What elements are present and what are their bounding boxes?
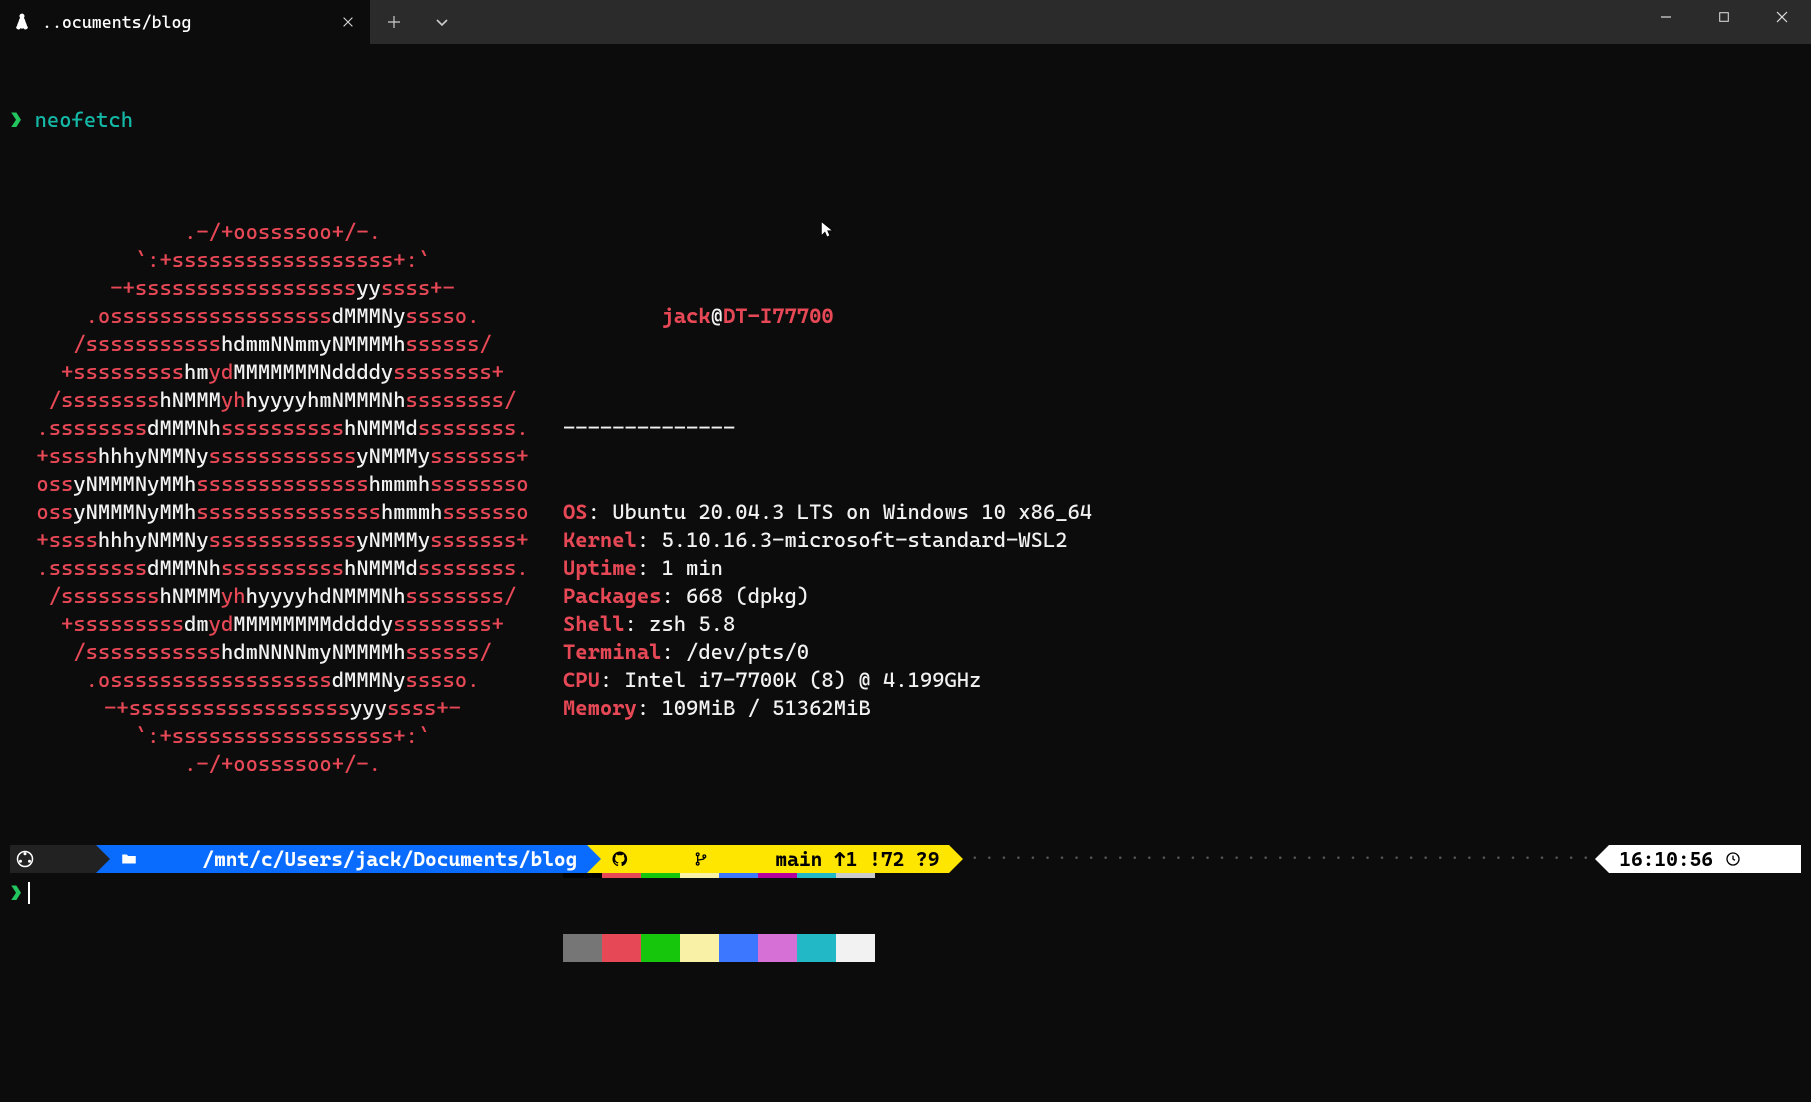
- info-key: Kernel: [563, 528, 637, 552]
- neofetch-output: .-/+oossssoo+/-.`:+ssssssssssssssssss+:`…: [10, 218, 1801, 1074]
- info-value: zsh 5.8: [649, 612, 735, 636]
- color-swatch: [797, 934, 836, 962]
- ascii-line: /ssssssssssshdmmNNmmyNMMMMhssssss/: [10, 330, 555, 358]
- ascii-line: .ossssssssssssssssssdMMMNysssso.: [10, 666, 555, 694]
- ascii-line: -+ssssssssssssssssssyyyssss+-: [10, 694, 555, 722]
- titlebar-spacer: [466, 0, 1637, 44]
- color-swatch: [602, 934, 641, 962]
- separator-line: --------------: [563, 414, 1092, 442]
- tab-close-button[interactable]: [334, 8, 362, 36]
- ascii-line: /ssssssssssshdmNNNNmyNMMMMhssssss/: [10, 638, 555, 666]
- info-key: OS: [563, 500, 588, 524]
- color-swatch: [641, 934, 680, 962]
- info-value: 5.10.16.3-microsoft-standard-WSL2: [661, 528, 1067, 552]
- git-branch: main: [775, 845, 822, 873]
- info-key: Terminal: [563, 640, 661, 664]
- tab-active[interactable]: ..ocuments/blog: [0, 0, 370, 44]
- os-segment: [10, 845, 96, 873]
- hostname: DT-I77700: [723, 304, 834, 328]
- branch-icon: [693, 795, 763, 923]
- new-tab-button[interactable]: [370, 0, 418, 44]
- git-untracked: ?9: [916, 845, 939, 873]
- info-key: CPU: [563, 668, 600, 692]
- ascii-line: /sssssssshNMMMyhhyyyyhmNMMMNhssssssss/: [10, 386, 555, 414]
- color-swatch: [836, 934, 875, 962]
- cwd-path: /mnt/c/Users/jack/Documents/blog: [202, 845, 577, 873]
- info-value: /dev/pts/0: [686, 640, 809, 664]
- info-value: 1 min: [661, 556, 723, 580]
- username: jack: [661, 304, 710, 328]
- tux-icon: [12, 12, 32, 32]
- ascii-line: `:+ssssssssssssssssss+:`: [10, 246, 555, 274]
- info-line: Shell: zsh 5.8: [563, 610, 1092, 638]
- git-ahead: ↑1: [834, 845, 857, 873]
- ascii-line: .ossssssssssssssssssdMMMNysssso.: [10, 302, 555, 330]
- git-segment: main ↑1 !72 ?9: [601, 845, 949, 873]
- ascii-line: ossyNMMMNyMMhsssssssssssssshmmmhssssssso: [10, 470, 555, 498]
- info-value: Ubuntu 20.04.3 LTS on Windows 10 x86_64: [612, 500, 1092, 524]
- text-cursor: [28, 882, 30, 904]
- ascii-line: .ssssssssdMMMNhsssssssssshNMMMdssssssss.: [10, 414, 555, 442]
- terminal-viewport[interactable]: ❯ neofetch .-/+oossssoo+/-.`:+ssssssssss…: [0, 44, 1811, 1102]
- at-symbol: @: [711, 304, 723, 328]
- separator-icon: [1595, 845, 1609, 873]
- time-segment: 16:10:56: [1609, 845, 1801, 873]
- filler-dots: ········································…: [963, 845, 1595, 873]
- clock-icon: [1725, 795, 1795, 923]
- maximize-button[interactable]: [1695, 0, 1753, 34]
- info-line: Kernel: 5.10.16.3-microsoft-standard-WSL…: [563, 526, 1092, 554]
- ascii-line: +ssssssssshmydMMMMMMMNddddyssssssss+: [10, 358, 555, 386]
- info-line: Uptime: 1 min: [563, 554, 1092, 582]
- separator-icon: [96, 845, 110, 873]
- folder-icon: [120, 794, 190, 924]
- command-text: neofetch: [35, 106, 133, 134]
- color-swatch: [719, 934, 758, 962]
- close-window-button[interactable]: [1753, 0, 1811, 34]
- github-icon: [611, 794, 681, 924]
- ascii-line: ossyNMMMNyMMhssssssssssssssshmmmhsssssso: [10, 498, 555, 526]
- separator-icon: [587, 845, 601, 873]
- ascii-line: .-/+oossssoo+/-.: [10, 750, 555, 778]
- info-key: Packages: [563, 584, 661, 608]
- ascii-line: .ssssssssdMMMNhsssssssssshNMMMdssssssss.: [10, 554, 555, 582]
- ascii-line: +sssssssssdmydMMMMMMMMddddyssssssss+: [10, 610, 555, 638]
- info-line: CPU: Intel i7-7700K (8) @ 4.199GHz: [563, 666, 1092, 694]
- color-swatch: [680, 934, 719, 962]
- ascii-line: /sssssssshNMMMyhhyyyyhdNMMMNhssssssss/: [10, 582, 555, 610]
- prompt-symbol: ❯: [10, 879, 22, 907]
- powerline-statusbar: /mnt/c/Users/jack/Documents/blog main ↑1…: [10, 845, 1801, 873]
- prompt-symbol: ❯: [10, 106, 22, 134]
- info-key: Memory: [563, 696, 637, 720]
- ascii-logo: .-/+oossssoo+/-.`:+ssssssssssssssssss+:`…: [10, 218, 555, 1074]
- info-value: Intel i7-7700K (8) @ 4.199GHz: [625, 668, 982, 692]
- prompt-line-2[interactable]: ❯: [10, 879, 30, 907]
- ascii-line: .-/+oossssoo+/-.: [10, 218, 555, 246]
- prompt-line-1: ❯ neofetch: [10, 106, 1801, 134]
- tab-title: ..ocuments/blog: [42, 12, 324, 32]
- info-line: Packages: 668 (dpkg): [563, 582, 1092, 610]
- color-swatch: [758, 934, 797, 962]
- info-line: Memory: 109MiB / 51362MiB: [563, 694, 1092, 722]
- color-swatch: [563, 934, 602, 962]
- ascii-line: +sssshhhyNMMNyssssssssssssyNMMMysssssss+: [10, 442, 555, 470]
- git-dirty: !72: [869, 845, 904, 873]
- ascii-line: +sssshhhyNMMNyssssssssssssyNMMMysssssss+: [10, 526, 555, 554]
- info-value: 668 (dpkg): [686, 584, 809, 608]
- titlebar: ..ocuments/blog: [0, 0, 1811, 44]
- ascii-line: -+ssssssssssssssssssyyssss+-: [10, 274, 555, 302]
- tab-dropdown-button[interactable]: [418, 0, 466, 44]
- separator-icon: [949, 845, 963, 873]
- path-segment: /mnt/c/Users/jack/Documents/blog: [110, 845, 587, 873]
- info-key: Uptime: [563, 556, 637, 580]
- info-key: Shell: [563, 612, 625, 636]
- info-line: OS: Ubuntu 20.04.3 LTS on Windows 10 x86…: [563, 498, 1092, 526]
- clock-time: 16:10:56: [1619, 845, 1713, 873]
- info-line: Terminal: /dev/pts/0: [563, 638, 1092, 666]
- user-host-line: jack@DT-I77700: [563, 274, 1092, 358]
- info-value: 109MiB / 51362MiB: [661, 696, 870, 720]
- minimize-button[interactable]: [1637, 0, 1695, 34]
- ascii-line: `:+ssssssssssssssssss+:`: [10, 722, 555, 750]
- system-info: jack@DT-I77700 -------------- OS: Ubuntu…: [555, 218, 1092, 1074]
